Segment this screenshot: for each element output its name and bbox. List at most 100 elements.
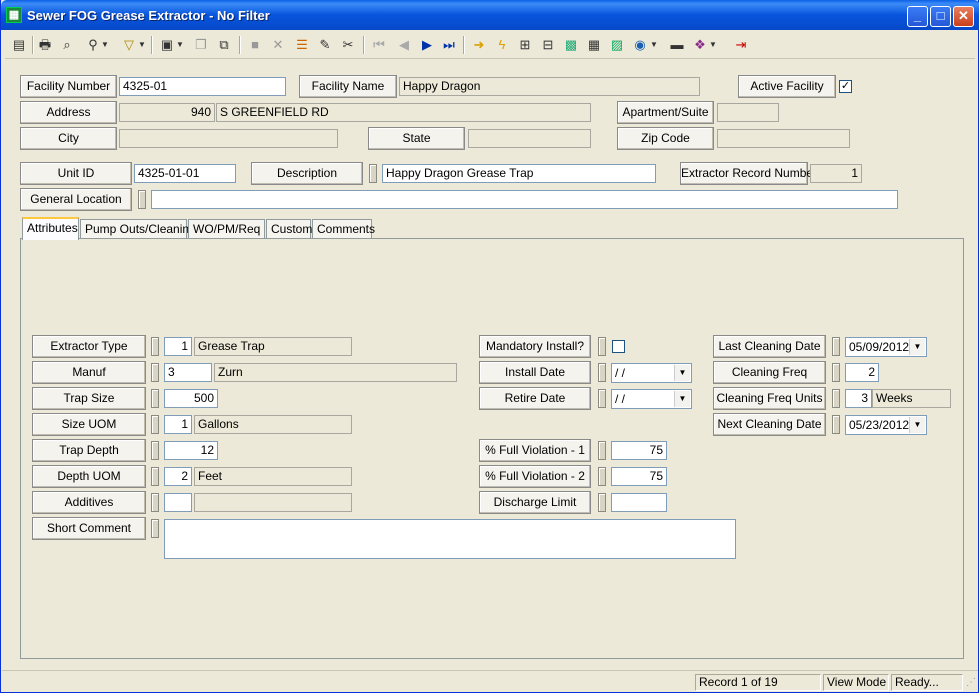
chevron-down-icon[interactable]: ▼ [909, 339, 925, 355]
short-comment-field[interactable] [164, 519, 736, 559]
chevron-down-icon[interactable]: ▼ [909, 417, 925, 433]
description-field[interactable]: Happy Dragon Grease Trap [382, 164, 656, 183]
retire-date-dropdown[interactable]: / / ▼ [611, 389, 692, 409]
books-dropdown-icon[interactable]: ▼ [708, 35, 718, 55]
additives-grip-icon[interactable] [151, 493, 159, 512]
manuf-grip-icon[interactable] [151, 363, 159, 382]
trap-size-grip-icon[interactable] [151, 389, 159, 408]
cut-icon[interactable]: ✂ [338, 35, 358, 55]
copy-icon[interactable]: ❐ [191, 35, 211, 55]
filter-icon[interactable]: ▽ [119, 35, 139, 55]
tab-attributes[interactable]: Attributes [22, 217, 79, 240]
size-uom-button[interactable]: Size UOM [32, 413, 146, 436]
tab-comments[interactable]: Comments [312, 219, 375, 239]
depth-uom-grip-icon[interactable] [151, 467, 159, 486]
depth-uom-button[interactable]: Depth UOM [32, 465, 146, 488]
chart-icon[interactable]: ▨ [607, 35, 627, 55]
hierarchy-icon[interactable]: ⊟ [538, 35, 558, 55]
next-cleaning-date-button[interactable]: Next Cleaning Date [713, 413, 826, 436]
description-grip-icon[interactable] [369, 164, 377, 183]
extractor-type-grip-icon[interactable] [151, 337, 159, 356]
cleaning-freq-units-code-field[interactable]: 3 [845, 389, 872, 408]
chevron-down-icon[interactable]: ▼ [674, 365, 690, 381]
filter-dropdown-icon[interactable]: ▼ [137, 35, 147, 55]
full-violation-2-button[interactable]: % Full Violation - 2 [479, 465, 591, 488]
additives-button[interactable]: Additives [32, 491, 146, 514]
mandatory-install-button[interactable]: Mandatory Install? [479, 335, 591, 358]
extractor-record-number-button[interactable]: Extractor Record Number [680, 162, 817, 185]
last-record-icon[interactable]: ⏭ [439, 35, 459, 55]
install-date-dropdown[interactable]: / / ▼ [611, 363, 692, 383]
general-location-grip-icon[interactable] [138, 190, 146, 209]
cleaning-freq-field[interactable]: 2 [845, 363, 879, 382]
install-date-button[interactable]: Install Date [479, 361, 591, 384]
discharge-limit-field[interactable] [611, 493, 667, 512]
stack-icon[interactable]: ☰ [292, 35, 312, 55]
print-preview-icon[interactable]: ⌕ [57, 35, 77, 55]
tab-pump-outs-cleaning[interactable]: Pump Outs/Cleaning [80, 219, 196, 239]
new-record-icon[interactable]: ▣ [157, 35, 177, 55]
print-icon[interactable]: 🖶 [35, 35, 55, 55]
unit-id-field[interactable]: 4325-01-01 [134, 164, 236, 183]
retire-date-grip-icon[interactable] [598, 389, 606, 408]
short-comment-grip-icon[interactable] [151, 519, 159, 538]
trap-depth-button[interactable]: Trap Depth [32, 439, 146, 462]
short-comment-button[interactable]: Short Comment [32, 517, 146, 540]
city-button[interactable]: City [20, 127, 117, 150]
full-violation-1-button[interactable]: % Full Violation - 1 [479, 439, 591, 462]
retire-date-button[interactable]: Retire Date [479, 387, 591, 410]
chevron-down-icon[interactable]: ▼ [674, 391, 690, 407]
facility-number-button[interactable]: Facility Number [20, 75, 117, 98]
trap-depth-grip-icon[interactable] [151, 441, 159, 460]
previous-record-icon[interactable]: ◀ [394, 35, 414, 55]
trap-size-field[interactable]: 500 [164, 389, 218, 408]
full-violation-1-field[interactable]: 75 [611, 441, 667, 460]
trap-depth-field[interactable]: 12 [164, 441, 218, 460]
manuf-code-field[interactable]: 3 [164, 363, 212, 382]
goto-icon[interactable]: ➜ [469, 35, 489, 55]
books-icon[interactable]: ❖ [690, 35, 710, 55]
address-button[interactable]: Address [20, 101, 117, 124]
trap-size-button[interactable]: Trap Size [32, 387, 146, 410]
next-cleaning-date-grip-icon[interactable] [832, 415, 840, 434]
grid-icon[interactable]: ▤ [9, 35, 29, 55]
last-cleaning-date-grip-icon[interactable] [832, 337, 840, 356]
title-bar[interactable]: ▦ Sewer FOG Grease Extractor - No Filter… [1, 0, 979, 30]
exit-icon[interactable]: ⇥ [731, 35, 751, 55]
install-date-grip-icon[interactable] [598, 363, 606, 382]
keyboard-icon[interactable]: ▬ [667, 35, 687, 55]
unit-id-button[interactable]: Unit ID [20, 162, 132, 185]
additives-code-field[interactable] [164, 493, 192, 512]
maximize-button[interactable]: □ [930, 6, 951, 27]
lightning-icon[interactable]: ϟ [492, 35, 512, 55]
first-record-icon[interactable]: ⏮ [369, 35, 389, 55]
next-cleaning-date-dropdown[interactable]: 05/23/2012 ▼ [845, 415, 927, 435]
close-button[interactable]: ✕ [953, 6, 974, 27]
globe-icon[interactable]: ◉ [630, 35, 650, 55]
cleaning-freq-units-grip-icon[interactable] [832, 389, 840, 408]
tab-wo-pm-req[interactable]: WO/PM/Req [188, 219, 265, 239]
globe-dropdown-icon[interactable]: ▼ [649, 35, 659, 55]
mandatory-install-grip-icon[interactable] [598, 337, 606, 356]
cleaning-freq-units-button[interactable]: Cleaning Freq Units [713, 387, 826, 410]
next-record-icon[interactable]: ▶ [417, 35, 437, 55]
apartment-suite-button[interactable]: Apartment/Suite [617, 101, 714, 124]
state-button[interactable]: State [368, 127, 465, 150]
facility-number-field[interactable]: 4325-01 [119, 77, 286, 96]
general-location-button[interactable]: General Location [20, 188, 132, 211]
extractor-type-button[interactable]: Extractor Type [32, 335, 146, 358]
paste-icon[interactable]: ⧉ [214, 35, 234, 55]
zip-code-button[interactable]: Zip Code [617, 127, 714, 150]
description-button[interactable]: Description [251, 162, 363, 185]
depth-uom-code-field[interactable]: 2 [164, 467, 192, 486]
resize-grip-icon[interactable]: ⋰ [966, 677, 976, 689]
delete-icon[interactable]: ✕ [268, 35, 288, 55]
map-icon[interactable]: ▩ [561, 35, 581, 55]
discharge-limit-button[interactable]: Discharge Limit [479, 491, 591, 514]
extractor-type-code-field[interactable]: 1 [164, 337, 192, 356]
size-uom-grip-icon[interactable] [151, 415, 159, 434]
tab-custom[interactable]: Custom [266, 219, 312, 239]
full-violation-2-grip-icon[interactable] [598, 467, 606, 486]
full-violation-2-field[interactable]: 75 [611, 467, 667, 486]
tree-icon[interactable]: ⊞ [515, 35, 535, 55]
